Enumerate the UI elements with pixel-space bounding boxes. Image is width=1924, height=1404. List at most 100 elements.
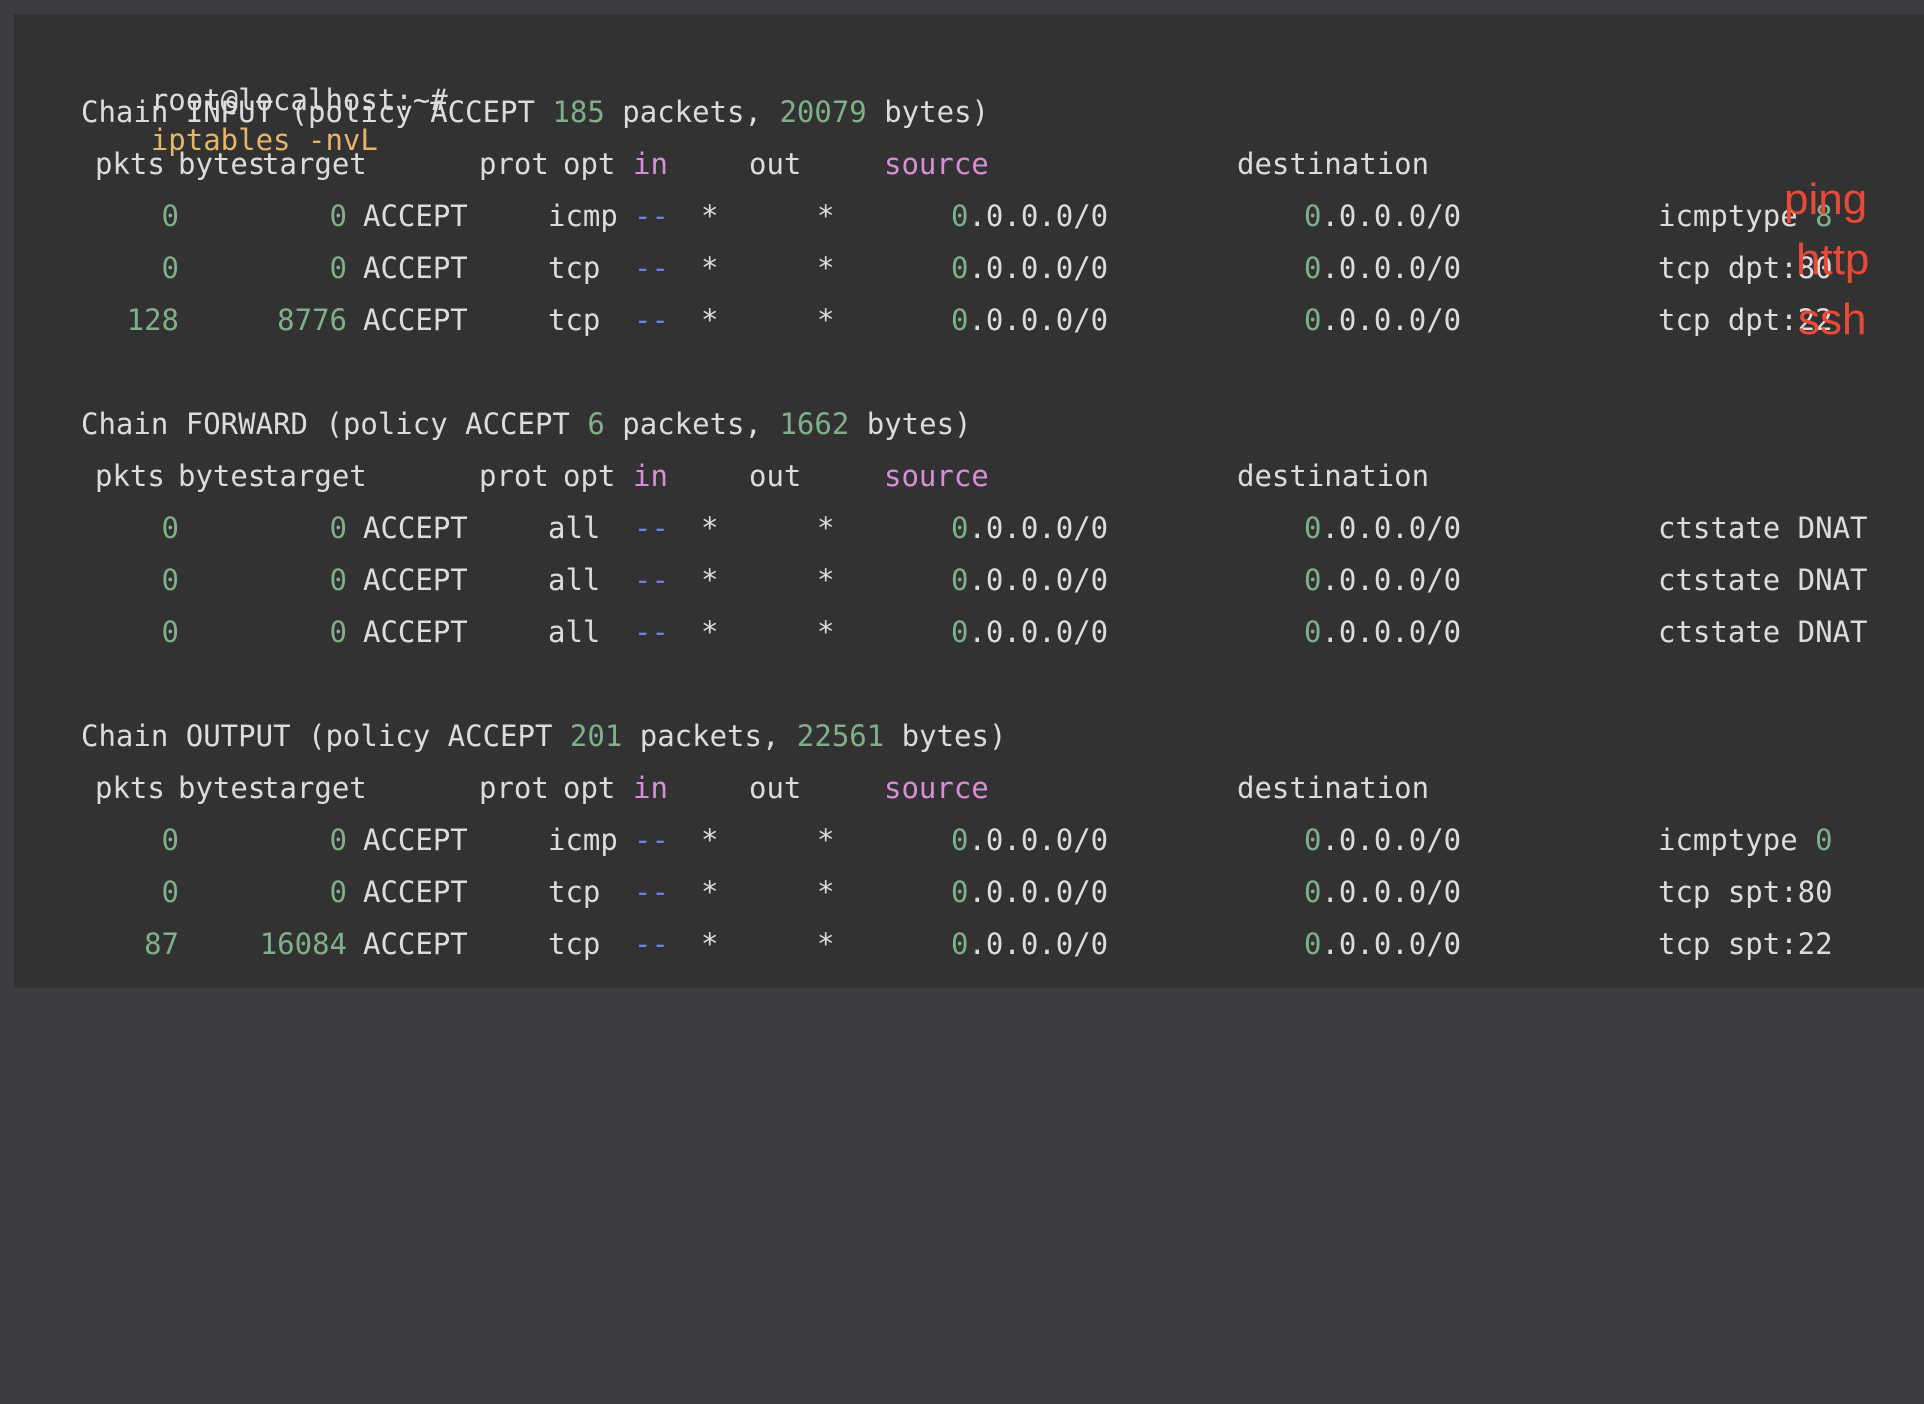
chain-bytes: 22561 bbox=[796, 719, 885, 753]
rule-source: 0.0.0.0/0 bbox=[951, 823, 1109, 857]
rule-bytes: 0 bbox=[329, 511, 347, 545]
header-destination: destination bbox=[1237, 459, 1430, 493]
rule-target: ACCEPT bbox=[363, 199, 468, 233]
annotation-http: http bbox=[1796, 235, 1870, 284]
rule-row: 0 0 ACCEPT icmp -- * * 0.0.0.0/0 0.0.0.0… bbox=[81, 196, 1833, 236]
chain-packets: 6 bbox=[587, 407, 605, 441]
rule-opt: -- bbox=[634, 875, 669, 909]
chain-header-input: Chain INPUT (policy ACCEPT 185 packets, … bbox=[81, 95, 989, 129]
rule-prot: tcp bbox=[548, 927, 601, 961]
rule-target: ACCEPT bbox=[363, 563, 468, 597]
column-header-row: pkts bytes target prot opt in out source… bbox=[81, 144, 1429, 184]
rule-pkts: 0 bbox=[161, 563, 179, 597]
header-pkts: pkts bbox=[95, 459, 165, 493]
rule-prot: icmp bbox=[548, 199, 618, 233]
rule-opt: -- bbox=[634, 303, 669, 337]
rule-in: * bbox=[701, 199, 719, 233]
header-prot: prot bbox=[479, 771, 549, 805]
header-destination: destination bbox=[1237, 771, 1430, 805]
rule-out: * bbox=[817, 251, 835, 285]
rule-destination: 0.0.0.0/0 bbox=[1304, 875, 1462, 909]
rule-bytes: 0 bbox=[329, 199, 347, 233]
rule-out: * bbox=[817, 303, 835, 337]
rule-pkts: 0 bbox=[161, 251, 179, 285]
rule-in: * bbox=[701, 615, 719, 649]
rule-target: ACCEPT bbox=[363, 251, 468, 285]
column-header-row: pkts bytes target prot opt in out source… bbox=[81, 768, 1429, 808]
column-header-row: pkts bytes target prot opt in out source… bbox=[81, 456, 1429, 496]
chain-bytes: 1662 bbox=[779, 407, 850, 441]
rule-opt: -- bbox=[634, 927, 669, 961]
rule-target: ACCEPT bbox=[363, 927, 468, 961]
rule-in: * bbox=[701, 511, 719, 545]
header-prot: prot bbox=[479, 459, 549, 493]
annotation-ping: ping bbox=[1784, 175, 1868, 224]
prompt-line: root@localhost:~# iptables -nvL bbox=[81, 40, 448, 157]
rule-out: * bbox=[817, 823, 835, 857]
rule-destination: 0.0.0.0/0 bbox=[1304, 927, 1462, 961]
rule-row: 0 0 ACCEPT all -- * * 0.0.0.0/0 0.0.0.0/… bbox=[81, 612, 1868, 652]
annotation-ssh: ssh bbox=[1798, 295, 1867, 344]
rule-source: 0.0.0.0/0 bbox=[951, 563, 1109, 597]
rule-opt: -- bbox=[634, 563, 669, 597]
rule-extra: icmptype 0 bbox=[1658, 820, 1833, 860]
rule-destination: 0.0.0.0/0 bbox=[1304, 615, 1462, 649]
rule-source: 0.0.0.0/0 bbox=[951, 303, 1109, 337]
rule-extra: ctstate DNAT bbox=[1658, 563, 1868, 597]
header-target: target bbox=[262, 771, 367, 805]
rule-extra: ctstate DNAT bbox=[1658, 615, 1868, 649]
rule-target: ACCEPT bbox=[363, 823, 468, 857]
header-target: target bbox=[262, 459, 367, 493]
rule-row: 0 0 ACCEPT icmp -- * * 0.0.0.0/0 0.0.0.0… bbox=[81, 820, 1833, 860]
chain-policy: ACCEPT bbox=[447, 719, 553, 753]
rule-pkts: 128 bbox=[126, 303, 179, 337]
rule-row: 0 0 ACCEPT tcp -- * * 0.0.0.0/0 0.0.0.0/… bbox=[81, 872, 1833, 912]
chain-packets: 185 bbox=[552, 95, 605, 129]
rule-row: 0 0 ACCEPT all -- * * 0.0.0.0/0 0.0.0.0/… bbox=[81, 560, 1868, 600]
rule-prot: tcp bbox=[548, 251, 601, 285]
terminal-window[interactable]: root@localhost:~# iptables -nvL Chain IN… bbox=[14, 14, 1924, 988]
header-source: source bbox=[884, 147, 989, 181]
chain-header-output: Chain OUTPUT (policy ACCEPT 201 packets,… bbox=[81, 719, 1007, 753]
rule-opt: -- bbox=[634, 511, 669, 545]
header-in: in bbox=[633, 459, 668, 493]
rule-target: ACCEPT bbox=[363, 875, 468, 909]
rule-extra-text: icmptype bbox=[1658, 199, 1798, 233]
rule-source: 0.0.0.0/0 bbox=[951, 251, 1109, 285]
header-destination: destination bbox=[1237, 147, 1430, 181]
rule-pkts: 87 bbox=[144, 927, 179, 961]
rule-in: * bbox=[701, 823, 719, 857]
rule-destination: 0.0.0.0/0 bbox=[1304, 303, 1462, 337]
rule-pkts: 0 bbox=[161, 615, 179, 649]
rule-out: * bbox=[817, 927, 835, 961]
rule-extra: tcp spt:80 bbox=[1658, 875, 1833, 909]
header-source: source bbox=[884, 459, 989, 493]
rule-prot: icmp bbox=[548, 823, 618, 857]
header-target: target bbox=[262, 147, 367, 181]
rule-source: 0.0.0.0/0 bbox=[951, 199, 1109, 233]
header-out: out bbox=[749, 459, 802, 493]
chain-policy: ACCEPT bbox=[430, 95, 535, 129]
rule-extra-num: 0 bbox=[1815, 823, 1833, 857]
rule-row: 0 0 ACCEPT all -- * * 0.0.0.0/0 0.0.0.0/… bbox=[81, 508, 1868, 548]
chain-policy: ACCEPT bbox=[465, 407, 570, 441]
rule-bytes: 0 bbox=[329, 251, 347, 285]
rule-bytes: 0 bbox=[329, 563, 347, 597]
rule-row: 87 16084 ACCEPT tcp -- * * 0.0.0.0/0 0.0… bbox=[81, 924, 1833, 964]
rule-in: * bbox=[701, 875, 719, 909]
header-bytes: bytes bbox=[178, 147, 266, 181]
header-pkts: pkts bbox=[95, 771, 165, 805]
header-in: in bbox=[633, 147, 668, 181]
rule-opt: -- bbox=[634, 251, 669, 285]
rule-target: ACCEPT bbox=[363, 303, 468, 337]
rule-bytes: 0 bbox=[329, 875, 347, 909]
rule-in: * bbox=[701, 303, 719, 337]
rule-target: ACCEPT bbox=[363, 615, 468, 649]
header-out: out bbox=[749, 771, 802, 805]
rule-destination: 0.0.0.0/0 bbox=[1304, 563, 1462, 597]
rule-destination: 0.0.0.0/0 bbox=[1304, 199, 1462, 233]
header-bytes: bytes bbox=[178, 459, 266, 493]
chain-name: INPUT bbox=[185, 95, 274, 129]
rule-destination: 0.0.0.0/0 bbox=[1304, 511, 1462, 545]
header-bytes: bytes bbox=[178, 771, 266, 805]
